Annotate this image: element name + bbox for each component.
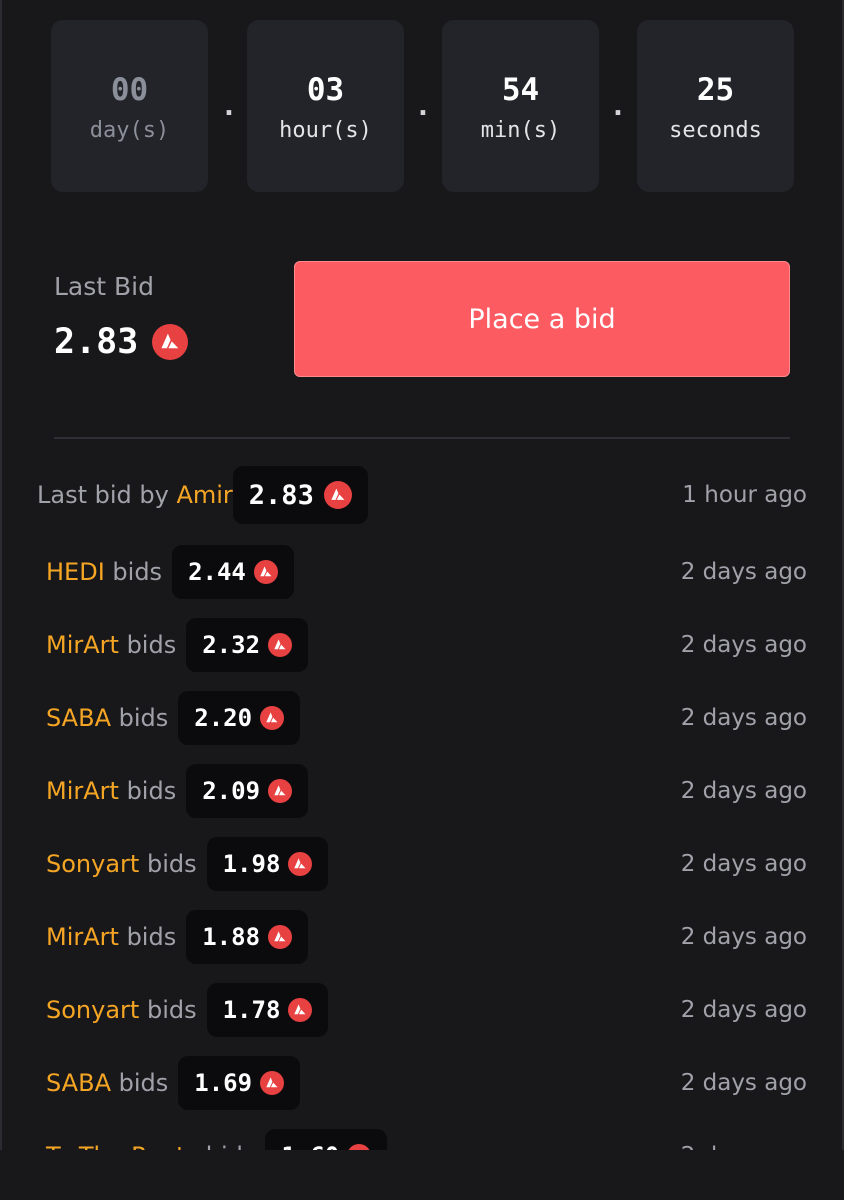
auction-countdown: 00 day(s) . 03 hour(s) . 54 min(s) . 25 … bbox=[51, 20, 794, 192]
countdown-days: 00 day(s) bbox=[51, 20, 208, 192]
countdown-hours-value: 03 bbox=[306, 72, 345, 108]
bid-amount: 1.98 bbox=[222, 850, 281, 878]
bid-amount-chip: 2.44 bbox=[172, 545, 294, 599]
bid-amount: 2.32 bbox=[202, 631, 261, 659]
bidder-link[interactable]: Sonyart bbox=[46, 996, 139, 1024]
bid-history-row: Sonyart bids 1.78 2 days ago bbox=[46, 983, 807, 1037]
bidder-link[interactable]: HEDI bbox=[46, 558, 105, 586]
last-bid-value: 2.83 bbox=[54, 322, 189, 362]
bid-amount-chip: 2.20 bbox=[178, 691, 301, 745]
bid-amount-chip: 1.98 bbox=[206, 837, 329, 891]
countdown-minutes: 54 min(s) bbox=[442, 20, 599, 192]
bids-label: bids bbox=[139, 850, 197, 878]
last-bid-label: Last Bid bbox=[54, 272, 154, 301]
bid-history-row: MirArt bids 2.09 2 days ago bbox=[46, 764, 807, 818]
countdown-separator: . bbox=[613, 92, 623, 122]
bid-time: 2 days ago bbox=[680, 851, 807, 877]
last-bid-summary: Last bid by Amir 2.83 1 hour ago bbox=[37, 466, 807, 524]
avalanche-icon bbox=[288, 998, 313, 1022]
bid-amount: 2.09 bbox=[202, 777, 261, 805]
left-border bbox=[0, 0, 2, 1200]
bid-time: 2 days ago bbox=[680, 559, 807, 585]
last-bid-amount: 2.83 bbox=[54, 322, 139, 362]
divider bbox=[54, 437, 790, 439]
bid-history-row: SABA bids 2.20 2 days ago bbox=[46, 691, 807, 745]
bid-amount-chip: 1.69 bbox=[178, 1056, 301, 1110]
bidder-link[interactable]: MirArt bbox=[46, 923, 119, 951]
avalanche-icon bbox=[288, 852, 313, 876]
countdown-hours: 03 hour(s) bbox=[247, 20, 404, 192]
bid-amount: 2.44 bbox=[188, 558, 246, 586]
bid-history-row: HEDI bids 2.44 2 days ago bbox=[46, 545, 807, 599]
countdown-separator: . bbox=[224, 92, 234, 122]
countdown-seconds-value: 25 bbox=[696, 72, 735, 108]
avalanche-icon bbox=[268, 633, 293, 657]
bid-amount: 1.69 bbox=[194, 1069, 253, 1097]
avalanche-icon bbox=[268, 779, 293, 803]
avalanche-icon bbox=[323, 481, 352, 509]
countdown-days-unit: day(s) bbox=[89, 118, 170, 143]
avalanche-icon bbox=[260, 1071, 285, 1095]
bid-amount: 2.20 bbox=[194, 704, 253, 732]
bids-label: bids bbox=[110, 1069, 169, 1097]
bid-amount: 1.78 bbox=[222, 996, 281, 1024]
bid-time: 1 hour ago bbox=[682, 482, 807, 508]
bid-time: 2 days ago bbox=[680, 1070, 807, 1096]
avalanche-icon bbox=[260, 706, 285, 730]
bid-history-row: MirArt bids 1.88 2 days ago bbox=[46, 910, 807, 964]
countdown-seconds: 25 seconds bbox=[637, 20, 794, 192]
last-bid-by-label: Last bid by bbox=[37, 481, 177, 509]
bid-history-row: Sonyart bids 1.98 2 days ago bbox=[46, 837, 807, 891]
bid-time: 2 days ago bbox=[680, 632, 807, 658]
bid-amount: 2.83 bbox=[248, 479, 314, 511]
bid-amount-chip: 2.09 bbox=[186, 764, 309, 818]
bidder-link[interactable]: Sonyart bbox=[46, 850, 139, 878]
bid-history-row: MirArt bids 2.32 2 days ago bbox=[46, 618, 807, 672]
bid-amount-chip: 1.78 bbox=[206, 983, 329, 1037]
bidder-link[interactable]: SABA bbox=[46, 1069, 111, 1097]
bidder-link[interactable]: MirArt bbox=[46, 777, 119, 805]
bids-label: bids bbox=[104, 558, 163, 586]
bid-amount-chip: 2.83 bbox=[232, 466, 368, 524]
avalanche-icon bbox=[152, 324, 189, 360]
avalanche-icon bbox=[268, 925, 293, 949]
list-fade bbox=[0, 1150, 844, 1200]
bid-amount-chip: 2.32 bbox=[186, 618, 309, 672]
countdown-hours-unit: hour(s) bbox=[279, 118, 372, 143]
bid-time: 2 days ago bbox=[680, 778, 807, 804]
bidder-link[interactable]: SABA bbox=[46, 704, 111, 732]
bid-amount-chip: 1.88 bbox=[186, 910, 309, 964]
bids-label: bids bbox=[110, 704, 169, 732]
countdown-days-value: 00 bbox=[110, 72, 149, 108]
bidder-link[interactable]: MirArt bbox=[46, 631, 119, 659]
bids-label: bids bbox=[118, 923, 177, 951]
bid-time: 2 days ago bbox=[680, 924, 807, 950]
countdown-seconds-unit: seconds bbox=[669, 118, 762, 143]
countdown-minutes-unit: min(s) bbox=[480, 118, 561, 143]
bid-time: 2 days ago bbox=[680, 705, 807, 731]
bid-amount: 1.88 bbox=[202, 923, 261, 951]
countdown-separator: . bbox=[418, 92, 428, 122]
bids-label: bids bbox=[118, 777, 177, 805]
countdown-minutes-value: 54 bbox=[501, 72, 540, 108]
bid-time: 2 days ago bbox=[680, 997, 807, 1023]
bids-label: bids bbox=[118, 631, 177, 659]
bid-history-row: SABA bids 1.69 2 days ago bbox=[46, 1056, 807, 1110]
bidder-link[interactable]: Amir bbox=[176, 481, 232, 509]
avalanche-icon bbox=[253, 560, 278, 584]
place-bid-button[interactable]: Place a bid bbox=[294, 261, 790, 377]
bids-label: bids bbox=[139, 996, 197, 1024]
